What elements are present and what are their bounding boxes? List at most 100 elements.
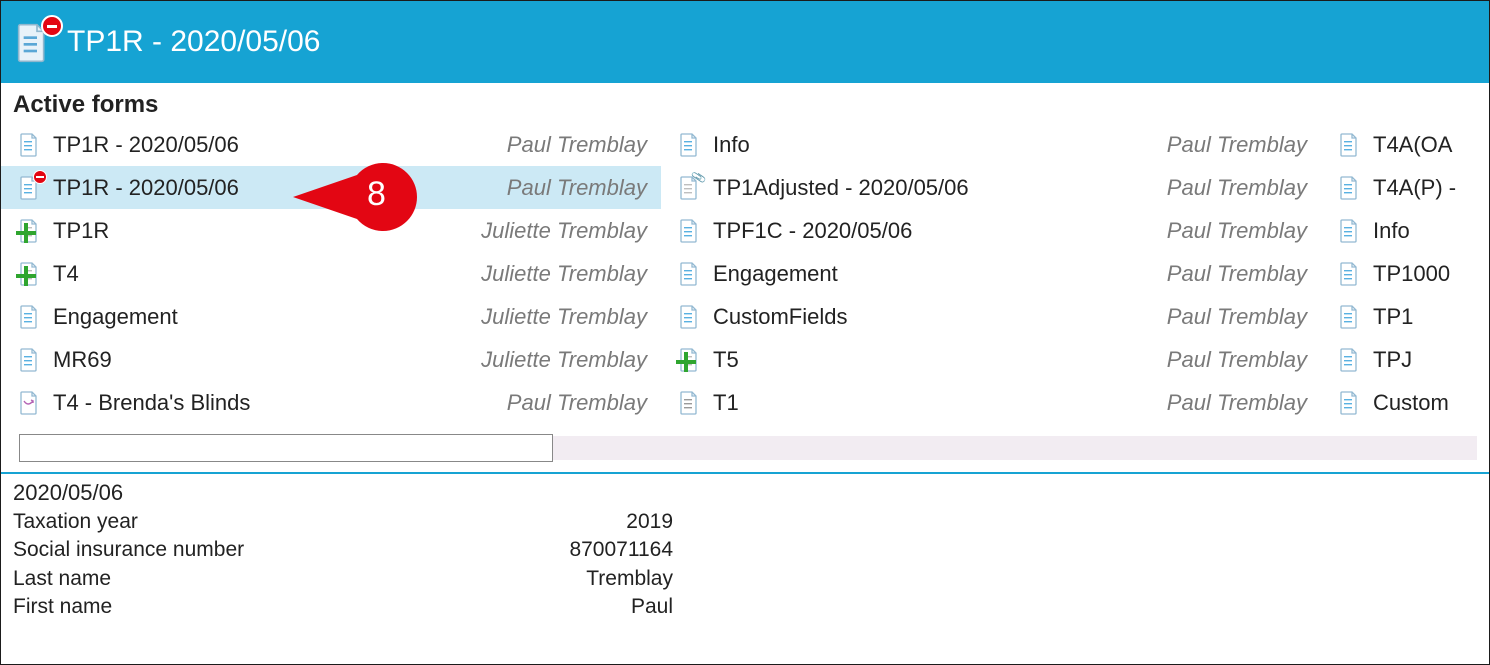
form-row[interactable]: TP1 xyxy=(1321,295,1490,338)
form-row-icon-slot xyxy=(1339,176,1373,200)
form-row[interactable]: 📎 TP1Adjusted - 2020/05/06Paul Tremblay xyxy=(661,166,1321,209)
document-icon xyxy=(1339,262,1359,286)
form-row[interactable]: Custom xyxy=(1321,381,1490,424)
document-plus-icon xyxy=(19,219,39,243)
details-label: First name xyxy=(13,593,353,621)
form-row-icon-slot xyxy=(19,305,53,329)
details-label: Last name xyxy=(13,565,353,593)
form-row[interactable]: MR69Juliette Tremblay xyxy=(1,338,661,381)
document-attachment-icon: 📎 xyxy=(679,176,699,200)
form-row-name: TP1R - 2020/05/06 xyxy=(53,175,507,201)
form-row-icon-slot xyxy=(679,305,713,329)
form-row-owner: Paul Tremblay xyxy=(1167,132,1311,158)
form-row-name: TPJ xyxy=(1373,347,1481,373)
details-date: 2020/05/06 xyxy=(13,480,1477,506)
form-row-name: T1 xyxy=(713,390,1167,416)
document-gray-icon xyxy=(679,391,699,415)
details-row: Last nameTremblay xyxy=(13,565,1477,593)
form-row[interactable]: TPF1C - 2020/05/06Paul Tremblay xyxy=(661,209,1321,252)
form-row-name: T5 xyxy=(713,347,1167,373)
form-row-owner: Juliette Tremblay xyxy=(481,218,651,244)
form-row[interactable]: EngagementJuliette Tremblay xyxy=(1,295,661,338)
section-heading: Active forms xyxy=(1,83,1489,123)
details-value: Paul xyxy=(353,593,673,621)
header-bar: TP1R - 2020/05/06 xyxy=(1,1,1489,83)
form-row-owner: Paul Tremblay xyxy=(1167,175,1311,201)
details-row: Social insurance number870071164 xyxy=(13,536,1477,564)
document-icon xyxy=(1339,219,1359,243)
form-row-icon-slot xyxy=(1339,391,1373,415)
details-row: First namePaul xyxy=(13,593,1477,621)
document-icon xyxy=(1339,305,1359,329)
filter-input[interactable] xyxy=(19,434,553,462)
form-row[interactable]: TP1R - 2020/05/06Paul Tremblay xyxy=(1,123,661,166)
form-row[interactable]: TP1RJuliette Tremblay xyxy=(1,209,661,252)
form-row[interactable]: Info xyxy=(1321,209,1490,252)
forms-column: InfoPaul Tremblay 📎TP1Adjusted - 2020/05… xyxy=(661,123,1321,424)
form-row-icon-slot xyxy=(679,262,713,286)
document-icon xyxy=(679,305,699,329)
form-row-name: TP1R xyxy=(53,218,481,244)
form-row-owner: Paul Tremblay xyxy=(1167,347,1311,373)
forms-column: TP1R - 2020/05/06Paul Tremblay TP1R - 20… xyxy=(1,123,661,424)
form-row-name: T4 xyxy=(53,261,481,287)
form-row-name: TP1 xyxy=(1373,304,1481,330)
form-row-name: TP1R - 2020/05/06 xyxy=(53,132,507,158)
form-row-owner: Paul Tremblay xyxy=(1167,218,1311,244)
form-row[interactable]: TPJ xyxy=(1321,338,1490,381)
form-row-icon-slot xyxy=(1339,262,1373,286)
form-row-icon-slot xyxy=(1339,305,1373,329)
form-row-icon-slot xyxy=(1339,219,1373,243)
form-row-owner: Juliette Tremblay xyxy=(481,347,651,373)
document-arrow-icon xyxy=(19,391,39,415)
form-row-name: CustomFields xyxy=(713,304,1167,330)
form-row[interactable]: T4A(P) - xyxy=(1321,166,1490,209)
details-panel: 2020/05/06 Taxation year2019Social insur… xyxy=(1,474,1489,627)
form-row-icon-slot xyxy=(679,133,713,157)
forms-column: T4A(OA T4A(P) - Info TP1000 TP1 TPJ Cu xyxy=(1321,123,1490,424)
form-row-name: TP1Adjusted - 2020/05/06 xyxy=(713,175,1167,201)
form-row-name: Engagement xyxy=(713,261,1167,287)
details-label: Social insurance number xyxy=(13,536,353,564)
details-value: 2019 xyxy=(353,508,673,536)
filter-row xyxy=(1,424,1489,472)
form-row-icon-slot xyxy=(19,391,53,415)
form-row[interactable]: TP1R - 2020/05/06Paul Tremblay xyxy=(1,166,661,209)
form-row-name: Info xyxy=(713,132,1167,158)
window: TP1R - 2020/05/06 Active forms TP1R - 20… xyxy=(0,0,1490,665)
form-row-icon-slot xyxy=(19,262,53,286)
form-row[interactable]: T4 - Brenda's BlindsPaul Tremblay xyxy=(1,381,661,424)
horizontal-scrollbar[interactable] xyxy=(553,436,1477,460)
form-row-name: T4 - Brenda's Blinds xyxy=(53,390,507,416)
forms-grid: TP1R - 2020/05/06Paul Tremblay TP1R - 20… xyxy=(1,123,1489,424)
document-icon xyxy=(1339,391,1359,415)
form-row-icon-slot xyxy=(679,391,713,415)
details-row: Taxation year2019 xyxy=(13,508,1477,536)
form-row[interactable]: T4A(OA xyxy=(1321,123,1490,166)
form-row[interactable]: T4Juliette Tremblay xyxy=(1,252,661,295)
form-row[interactable]: InfoPaul Tremblay xyxy=(661,123,1321,166)
details-label: Taxation year xyxy=(13,508,353,536)
document-plus-icon xyxy=(19,262,39,286)
form-row-icon-slot xyxy=(19,348,53,372)
form-row-owner: Paul Tremblay xyxy=(507,390,651,416)
form-row-owner: Juliette Tremblay xyxy=(481,261,651,287)
document-icon xyxy=(679,262,699,286)
form-row-name: Info xyxy=(1373,218,1481,244)
form-row[interactable]: T1Paul Tremblay xyxy=(661,381,1321,424)
form-row-name: Custom xyxy=(1373,390,1481,416)
form-row[interactable]: EngagementPaul Tremblay xyxy=(661,252,1321,295)
form-row[interactable]: T5Paul Tremblay xyxy=(661,338,1321,381)
form-row-owner: Paul Tremblay xyxy=(1167,390,1311,416)
form-row-icon-slot xyxy=(679,219,713,243)
form-row[interactable]: TP1000 xyxy=(1321,252,1490,295)
document-minus-icon xyxy=(19,176,39,200)
form-row-owner: Paul Tremblay xyxy=(1167,304,1311,330)
form-row-owner: Paul Tremblay xyxy=(507,175,651,201)
header-title: TP1R - 2020/05/06 xyxy=(67,25,321,59)
document-icon xyxy=(19,133,39,157)
form-row[interactable]: CustomFieldsPaul Tremblay xyxy=(661,295,1321,338)
form-row-icon-slot xyxy=(679,348,713,372)
document-icon xyxy=(1339,133,1359,157)
form-row-owner: Juliette Tremblay xyxy=(481,304,651,330)
